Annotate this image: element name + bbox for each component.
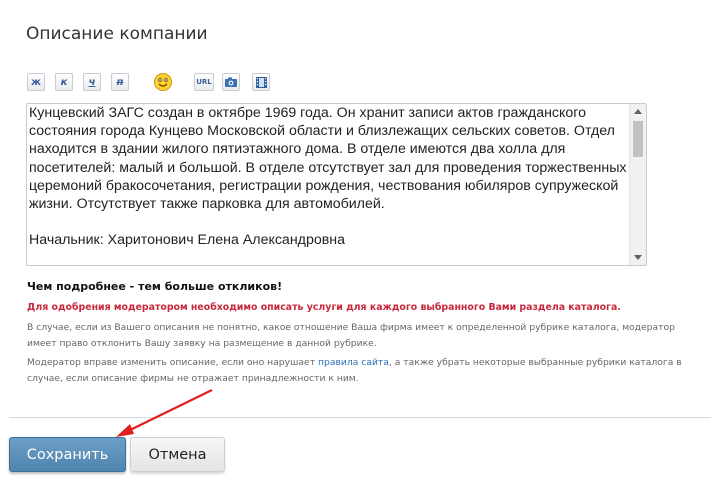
description-textarea[interactable]: Кунцевский ЗАГС создан в октябре 1969 го… [26,103,647,266]
italic-icon[interactable]: к [55,73,73,91]
form-divider [9,417,711,418]
textarea-scrollbar[interactable] [629,104,646,265]
page-title: Описание компании [26,24,208,44]
camera-icon[interactable] [222,73,240,91]
url-label: URL [196,78,212,86]
description-text: Кунцевский ЗАГС создан в октябре 1969 го… [29,105,627,249]
underline-label: ч [88,76,96,88]
italic-label: к [60,76,68,88]
hint-moderation-warning: Для одобрения модератором необходимо опи… [27,302,621,313]
hint-detail-tip: Чем подробнее - тем больше откликов! [27,280,283,293]
hint-moderator-rights: Модератор вправе изменить описание, если… [27,355,707,387]
underline-icon[interactable]: ч [83,73,101,91]
cancel-button[interactable]: Отмена [130,437,225,472]
hint-moderator-text-before: Модератор вправе изменить описание, если… [27,357,318,368]
site-rules-link[interactable]: правила сайта [318,357,389,368]
smiley-icon[interactable] [153,72,173,92]
save-button[interactable]: Сохранить [9,437,126,472]
film-icon[interactable] [252,73,270,91]
strikethrough-icon[interactable]: п [111,73,129,91]
scroll-down-icon[interactable] [634,255,642,260]
annotation-arrow-icon [116,389,213,437]
link-icon[interactable]: URL [194,73,214,91]
scroll-thumb[interactable] [633,121,643,157]
strikethrough-label: п [116,76,124,88]
hint-rejection-note: В случае, если из Вашего описания не пон… [27,322,675,349]
bold-label: ж [31,76,41,88]
bold-icon[interactable]: ж [27,73,45,91]
scroll-up-icon[interactable] [634,109,642,114]
